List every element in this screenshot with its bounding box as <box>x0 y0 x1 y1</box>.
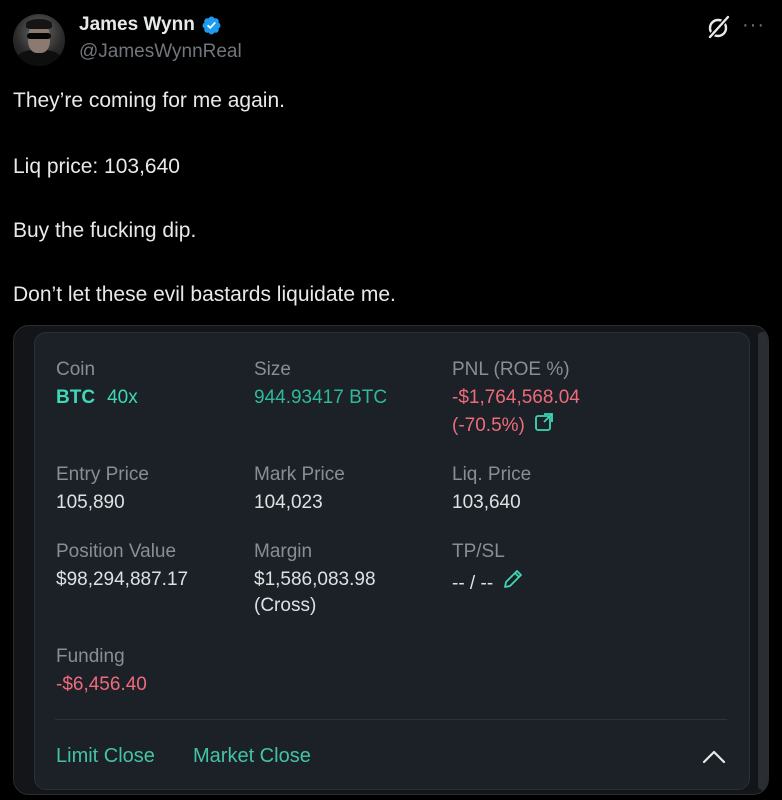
size-value: 944.93417 BTC <box>254 387 388 408</box>
liq-label: Liq. Price <box>452 464 532 485</box>
margin-value: $1,586,083.98 <box>254 569 376 590</box>
margin-cell: Margin $1,586,083.98 (Cross) <box>254 541 376 619</box>
tpsl-row: -- / -- <box>452 567 525 597</box>
roe-row: (-70.5%) <box>452 411 580 439</box>
size-label: Size <box>254 359 291 380</box>
pnl-label: PNL (ROE %) <box>452 359 570 380</box>
liq-cell: Liq. Price 103,640 <box>452 464 531 516</box>
position-card: Coin BTC 40x Size 944.93417 BTC PNL (ROE… <box>34 332 750 790</box>
tweet-text-line: Liq price: 103,640 <box>13 155 180 178</box>
position-value: $98,294,887.17 <box>56 569 189 590</box>
position-value-label: Position Value <box>56 541 177 562</box>
tpsl-cell: TP/SL -- / -- <box>452 541 525 597</box>
size-cell: Size 944.93417 BTC <box>254 359 387 411</box>
tweet-page: James Wynn @JamesWynnReal ··· They’re co… <box>0 0 782 800</box>
mark-value: 104,023 <box>254 492 323 513</box>
card-divider <box>55 719 727 720</box>
market-close-button[interactable]: Market Close <box>193 745 311 768</box>
entry-cell: Entry Price 105,890 <box>56 464 149 516</box>
coin-symbol: BTC <box>56 387 96 408</box>
chevron-up-icon[interactable] <box>701 747 727 765</box>
share-icon[interactable] <box>533 411 555 433</box>
entry-value: 105,890 <box>56 492 125 513</box>
author-name-row: James Wynn <box>79 14 222 36</box>
grok-icon[interactable] <box>704 14 732 42</box>
more-options-icon[interactable]: ··· <box>742 14 765 37</box>
verified-badge-icon <box>202 16 221 34</box>
profile-avatar[interactable] <box>13 14 65 66</box>
coin-cell: Coin BTC 40x <box>56 359 138 411</box>
leverage: 40x <box>107 387 138 408</box>
tweet-text-line: Buy the fucking dip. <box>13 219 197 242</box>
pnl-value: -$1,764,568.04 <box>452 387 580 408</box>
edit-pencil-icon[interactable] <box>501 567 525 591</box>
position-value-cell: Position Value $98,294,887.17 <box>56 541 188 593</box>
mark-cell: Mark Price 104,023 <box>254 464 345 516</box>
funding-value: -$6,456.40 <box>56 674 147 695</box>
margin-label: Margin <box>254 541 313 562</box>
limit-close-button[interactable]: Limit Close <box>56 745 155 768</box>
coin-label: Coin <box>56 359 96 380</box>
media-edge <box>758 332 768 790</box>
funding-cell: Funding -$6,456.40 <box>56 646 147 698</box>
mark-label: Mark Price <box>254 464 345 485</box>
liq-value: 103,640 <box>452 492 521 513</box>
tweet-media-image[interactable]: Coin BTC 40x Size 944.93417 BTC PNL (ROE… <box>13 325 769 795</box>
tpsl-value: -- / -- <box>452 573 494 594</box>
tweet-text-line: They’re coming for me again. <box>13 89 285 112</box>
pnl-cell: PNL (ROE %) -$1,764,568.04 (-70.5%) <box>452 359 580 439</box>
margin-mode: (Cross) <box>254 595 317 616</box>
roe-value: (-70.5%) <box>452 415 525 436</box>
tpsl-label: TP/SL <box>452 541 505 562</box>
author-display-name[interactable]: James Wynn <box>79 14 195 36</box>
tweet-text-line: Don’t let these evil bastards liquidate … <box>13 283 396 306</box>
funding-label: Funding <box>56 646 125 667</box>
author-handle[interactable]: @JamesWynnReal <box>79 41 242 63</box>
entry-label: Entry Price <box>56 464 149 485</box>
